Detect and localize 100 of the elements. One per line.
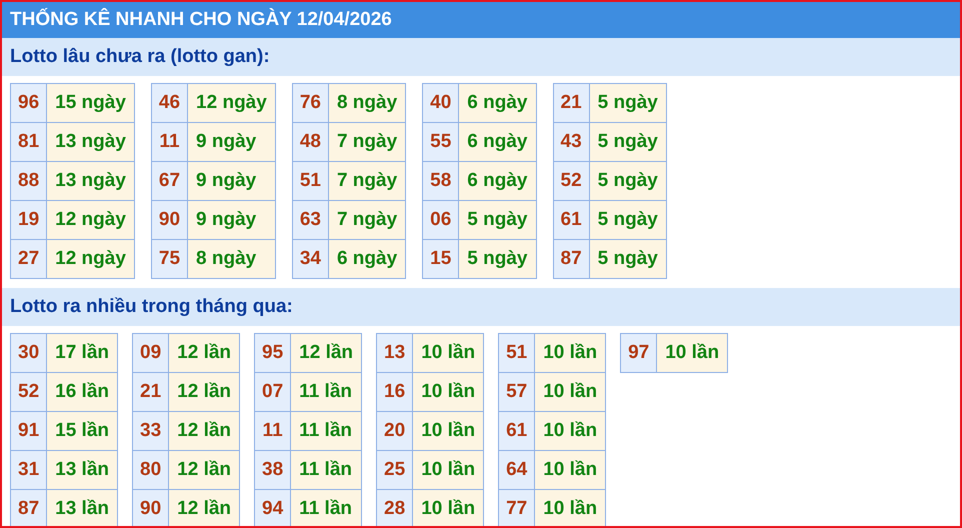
count-cell: 9 ngày — [188, 162, 276, 200]
lotto-number-cell: 97 — [620, 334, 657, 372]
count-cell: 10 lần — [534, 490, 606, 526]
lotto-number-cell: 11 — [151, 122, 188, 162]
count-cell: 6 ngày — [458, 162, 536, 200]
lotto-number-cell: 58 — [422, 162, 459, 200]
count-cell: 10 lần — [412, 412, 484, 450]
count-cell: 5 ngày — [589, 200, 666, 240]
count-cell: 7 ngày — [328, 162, 406, 200]
count-cell: 10 lần — [412, 490, 484, 526]
count-cell: 5 ngày — [589, 84, 666, 122]
count-cell: 5 ngày — [458, 200, 536, 240]
lotto-number-cell: 27 — [10, 240, 47, 278]
count-cell: 11 lần — [290, 412, 362, 450]
lotto-number-cell: 57 — [498, 372, 535, 412]
count-cell: 12 lần — [290, 334, 362, 372]
count-cell: 10 lần — [656, 334, 728, 372]
count-cell: 13 lần — [46, 450, 118, 490]
count-cell: 11 lần — [290, 450, 362, 490]
count-cell: 12 ngày — [46, 240, 134, 278]
lotto-number-cell: 61 — [498, 412, 535, 450]
count-cell: 10 lần — [412, 372, 484, 412]
lotto-number-cell: 25 — [376, 450, 413, 490]
lotto-number-cell: 52 — [10, 372, 47, 412]
count-cell: 10 lần — [534, 334, 606, 372]
lotto-number-cell: 87 — [553, 240, 590, 278]
lotto-number-cell: 19 — [10, 200, 47, 240]
lotto-number-cell: 75 — [151, 240, 188, 278]
lotto-number-cell: 07 — [254, 372, 291, 412]
lotto-number-cell: 55 — [422, 122, 459, 162]
count-cell: 17 lần — [46, 334, 118, 372]
lotto-number-cell: 20 — [376, 412, 413, 450]
count-cell: 10 lần — [534, 450, 606, 490]
count-cell: 7 ngày — [328, 122, 406, 162]
count-cell: 11 lần — [290, 372, 362, 412]
lotto-number-cell: 61 — [553, 200, 590, 240]
section-title: Lotto lâu chưa ra (lotto gan): — [2, 38, 960, 76]
count-cell: 12 ngày — [188, 84, 276, 122]
count-cell: 6 ngày — [458, 122, 536, 162]
lotto-number-cell: 48 — [292, 122, 328, 162]
lotto-number-cell: 91 — [10, 412, 47, 450]
count-cell: 7 ngày — [328, 200, 406, 240]
lotto-number-cell: 87 — [10, 490, 47, 526]
count-cell: 8 ngày — [328, 84, 406, 122]
lotto-number-cell: 63 — [292, 200, 328, 240]
count-cell: 8 ngày — [188, 240, 276, 278]
section-title: Lotto ra nhiều trong tháng qua: — [2, 288, 960, 326]
lotto-number-cell: 51 — [498, 334, 535, 372]
lotto-number-cell: 90 — [151, 200, 188, 240]
lotto-number-cell: 15 — [422, 240, 459, 278]
count-cell: 10 lần — [534, 412, 606, 450]
lotto-number-cell: 77 — [498, 490, 535, 526]
count-cell: 5 ngày — [589, 240, 666, 278]
lotto-number-cell: 28 — [376, 490, 413, 526]
lotto-number-cell: 06 — [422, 200, 459, 240]
lotto-number-cell: 31 — [10, 450, 47, 490]
lotto-number-cell: 43 — [553, 122, 590, 162]
count-cell: 10 lần — [412, 334, 484, 372]
lotto-number-cell: 38 — [254, 450, 291, 490]
lotto-number-cell: 21 — [132, 372, 169, 412]
lotto-number-cell: 52 — [553, 162, 590, 200]
lotto-number-cell: 88 — [10, 162, 47, 200]
count-cell: 6 ngày — [328, 240, 406, 278]
count-cell: 11 lần — [290, 490, 362, 526]
lotto-number-cell: 16 — [376, 372, 413, 412]
count-cell: 12 lần — [168, 450, 240, 490]
count-cell: 6 ngày — [458, 84, 536, 122]
count-cell: 13 ngày — [46, 162, 134, 200]
count-cell: 9 ngày — [188, 200, 276, 240]
count-cell: 12 lần — [168, 372, 240, 412]
count-cell: 5 ngày — [589, 162, 666, 200]
count-cell: 5 ngày — [458, 240, 536, 278]
lotto-number-cell: 13 — [376, 334, 413, 372]
count-cell: 13 ngày — [46, 122, 134, 162]
lotto-number-cell: 67 — [151, 162, 188, 200]
count-cell: 12 lần — [168, 412, 240, 450]
lotto-number-cell: 11 — [254, 412, 291, 450]
count-cell: 12 lần — [168, 334, 240, 372]
count-cell: 10 lần — [534, 372, 606, 412]
lotto-number-cell: 90 — [132, 490, 169, 526]
lotto-number-cell: 40 — [422, 84, 459, 122]
lotto-number-cell: 30 — [10, 334, 47, 372]
lotto-number-cell: 76 — [292, 84, 328, 122]
count-cell: 15 ngày — [46, 84, 134, 122]
count-cell: 5 ngày — [589, 122, 666, 162]
count-cell: 12 lần — [168, 490, 240, 526]
lotto-number-cell: 96 — [10, 84, 47, 122]
count-cell: 9 ngày — [188, 122, 276, 162]
count-cell: 15 lần — [46, 412, 118, 450]
lotto-number-cell: 09 — [132, 334, 169, 372]
page-title: THỐNG KÊ NHANH CHO NGÀY 12/04/2026 — [2, 2, 960, 38]
count-cell: 13 lần — [46, 490, 118, 526]
lotto-number-cell: 81 — [10, 122, 47, 162]
lotto-number-cell: 34 — [292, 240, 328, 278]
lotto-number-cell: 80 — [132, 450, 169, 490]
count-cell: 10 lần — [412, 450, 484, 490]
lotto-number-cell: 94 — [254, 490, 291, 526]
count-cell: 12 ngày — [46, 200, 134, 240]
lotto-number-cell: 64 — [498, 450, 535, 490]
lotto-number-cell: 95 — [254, 334, 291, 372]
